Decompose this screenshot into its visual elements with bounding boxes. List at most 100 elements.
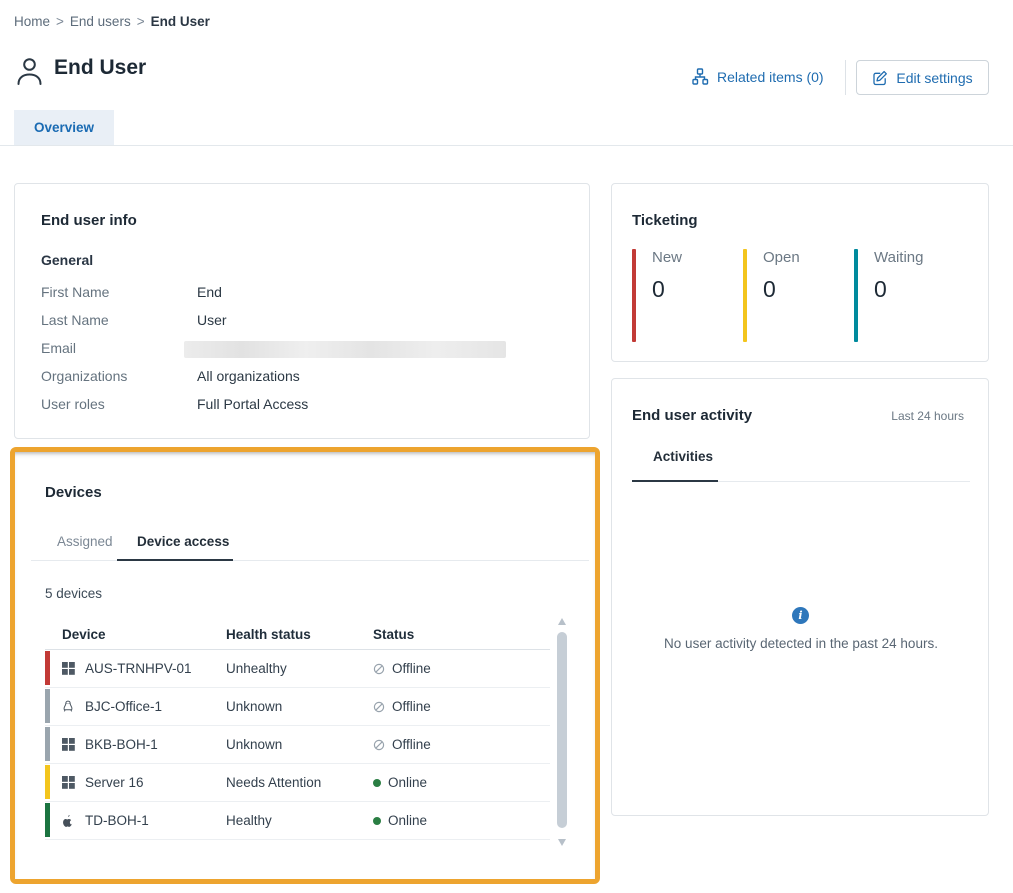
column-status: Status [373, 627, 533, 642]
column-device: Device [45, 627, 226, 642]
device-status: Online [388, 813, 427, 828]
end-user-info-card: End user info General First Name End Las… [14, 183, 590, 439]
tab-assigned[interactable]: Assigned [57, 534, 113, 549]
related-items-label: Related items (0) [717, 69, 824, 85]
device-name: BKB-BOH-1 [85, 737, 158, 752]
tabs-underline [0, 145, 1013, 146]
device-health: Unhealthy [226, 661, 373, 676]
breadcrumb-home[interactable]: Home [14, 14, 50, 29]
edit-settings-label: Edit settings [896, 70, 972, 86]
windows-icon [62, 738, 75, 752]
ticketing-title: Ticketing [632, 212, 698, 229]
breadcrumb-end-users[interactable]: End users [70, 14, 131, 29]
device-name: AUS-TRNHPV-01 [85, 661, 192, 676]
devices-table: Device Health status Status AUS-TRNHPV-0… [45, 620, 550, 840]
stat-bar-waiting [854, 249, 858, 342]
field-user-roles: User roles Full Portal Access [41, 396, 565, 412]
ticket-stat-waiting: Waiting 0 [854, 249, 923, 342]
scrollbar-thumb[interactable] [557, 632, 567, 828]
email-redacted-value [184, 341, 506, 358]
devices-title: Devices [45, 484, 102, 501]
health-bar [45, 803, 50, 837]
activity-tab-active-underline [632, 480, 718, 482]
apple-icon [62, 814, 75, 828]
table-row[interactable]: TD-BOH-1 Healthy Online [45, 802, 550, 840]
field-label: Email [41, 340, 197, 358]
related-items-link[interactable]: Related items (0) [692, 68, 824, 85]
scroll-down-arrow-icon[interactable] [558, 839, 566, 846]
field-organizations: Organizations All organizations [41, 368, 565, 384]
general-section-title: General [41, 252, 93, 268]
field-last-name: Last Name User [41, 312, 565, 328]
field-label: User roles [41, 396, 197, 412]
device-name: Server 16 [85, 775, 144, 790]
activity-empty-message: No user activity detected in the past 24… [612, 636, 990, 651]
field-label: Last Name [41, 312, 197, 328]
device-health: Unknown [226, 737, 373, 752]
windows-icon [62, 776, 75, 790]
table-row[interactable]: BJC-Office-1 Unknown Offline [45, 688, 550, 726]
activity-period-label: Last 24 hours [891, 409, 964, 423]
breadcrumb: Home > End users > End User [14, 14, 210, 29]
devices-tabline [31, 560, 589, 561]
ticket-stat-new: New 0 [632, 249, 682, 342]
end-user-info-title: End user info [41, 212, 137, 229]
online-icon [373, 817, 381, 825]
device-status: Offline [392, 699, 431, 714]
scroll-up-arrow-icon[interactable] [558, 618, 566, 625]
field-value: User [197, 312, 227, 328]
ticketing-card: Ticketing New 0 Open 0 Waiting 0 [611, 183, 989, 362]
breadcrumb-separator: > [56, 14, 64, 29]
stat-value: 0 [874, 276, 923, 303]
field-first-name: First Name End [41, 284, 565, 300]
field-email: Email [41, 340, 565, 358]
devices-card: Devices Assigned Device access 5 devices… [15, 452, 595, 879]
header-divider [845, 60, 846, 95]
stat-bar-new [632, 249, 636, 342]
tab-activities[interactable]: Activities [653, 449, 713, 464]
health-bar [45, 689, 50, 723]
breadcrumb-current: End User [151, 14, 210, 29]
stat-bar-open [743, 249, 747, 342]
device-access-active-underline [117, 559, 233, 561]
stat-value: 0 [652, 276, 682, 303]
tab-overview[interactable]: Overview [14, 110, 114, 145]
field-value: Full Portal Access [197, 396, 308, 412]
devices-table-header: Device Health status Status [45, 620, 550, 650]
field-label: Organizations [41, 368, 197, 384]
table-row[interactable]: BKB-BOH-1 Unknown Offline [45, 726, 550, 764]
stat-label: Open [763, 249, 800, 266]
device-name: TD-BOH-1 [85, 813, 149, 828]
field-label: First Name [41, 284, 197, 300]
device-health: Unknown [226, 699, 373, 714]
table-row[interactable]: Server 16 Needs Attention Online [45, 764, 550, 802]
health-bar [45, 765, 50, 799]
device-name: BJC-Office-1 [85, 699, 162, 714]
column-health-status: Health status [226, 627, 373, 642]
info-icon: i [792, 607, 809, 624]
devices-count: 5 devices [45, 586, 102, 601]
device-health: Healthy [226, 813, 373, 828]
edit-pencil-icon [872, 70, 888, 86]
edit-settings-button[interactable]: Edit settings [856, 60, 989, 95]
device-health: Needs Attention [226, 775, 373, 790]
user-icon [15, 56, 44, 87]
devices-scrollbar[interactable] [557, 618, 568, 846]
offline-icon [373, 663, 385, 675]
page-title: End User [54, 56, 146, 80]
related-items-icon [692, 68, 709, 85]
health-bar [45, 727, 50, 761]
ticket-stat-open: Open 0 [743, 249, 800, 342]
breadcrumb-separator: > [137, 14, 145, 29]
table-row[interactable]: AUS-TRNHPV-01 Unhealthy Offline [45, 650, 550, 688]
stat-label: Waiting [874, 249, 923, 266]
offline-icon [373, 739, 385, 751]
field-value: All organizations [197, 368, 300, 384]
device-status: Online [388, 775, 427, 790]
tab-device-access[interactable]: Device access [137, 534, 229, 549]
device-status: Offline [392, 661, 431, 676]
end-user-activity-card: End user activity Last 24 hours Activiti… [611, 378, 989, 816]
health-bar [45, 651, 50, 685]
windows-icon [62, 662, 75, 676]
activity-title: End user activity [632, 407, 752, 424]
